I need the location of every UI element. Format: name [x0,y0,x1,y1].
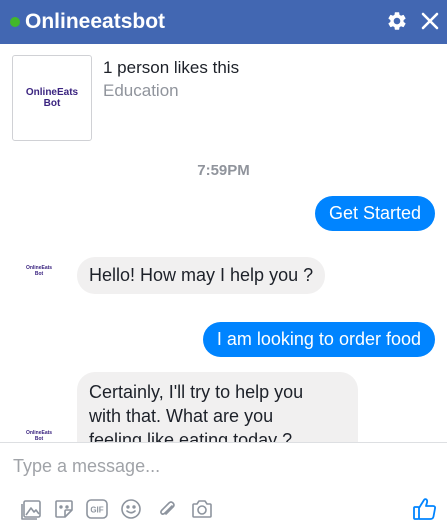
message-bubble-bot: Hello! How may I help you ? [77,257,326,294]
page-logo-text-line2: Bot [43,98,61,109]
message-timestamp: 7:59PM [197,162,250,179]
composer-divider [0,442,447,443]
message-bubble-user[interactable]: Get Started [314,196,435,231]
bot-avatar[interactable]: OnlineEats Bot [22,265,56,277]
page-logo-text-line1: OnlineEats [25,87,79,98]
messenger-chat-window: Onlineeatsbot OnlineEats Bot 1 person li… [0,0,447,525]
camera-icon[interactable] [189,496,215,522]
image-icon[interactable] [19,496,45,522]
gear-icon[interactable] [383,6,411,36]
gif-label: GIF [90,506,103,515]
page-category: Education [103,81,179,100]
message-line: Certainly, I'll try to help you [89,382,304,402]
close-icon[interactable] [416,6,444,36]
page-likes-text: 1 person likes this [103,58,240,77]
online-status-indicator [10,17,20,27]
gif-icon[interactable]: GIF [84,496,110,522]
attachment-icon[interactable] [154,496,180,522]
page-profile-picture[interactable]: OnlineEats Bot [12,55,92,141]
chat-header[interactable]: Onlineeatsbot [0,0,447,44]
message-input[interactable] [10,448,436,484]
emoji-icon[interactable] [118,496,144,522]
message-bubble-user[interactable]: I am looking to order food [202,322,435,357]
message-line: with that. What are you [89,406,274,426]
chat-title[interactable]: Onlineeatsbot [25,9,165,35]
avatar-text-line2: Bot [34,271,44,277]
thumbs-up-icon[interactable] [412,496,438,522]
sticker-icon[interactable] [51,496,77,522]
bot-avatar[interactable]: OnlineEats Bot [22,430,56,442]
